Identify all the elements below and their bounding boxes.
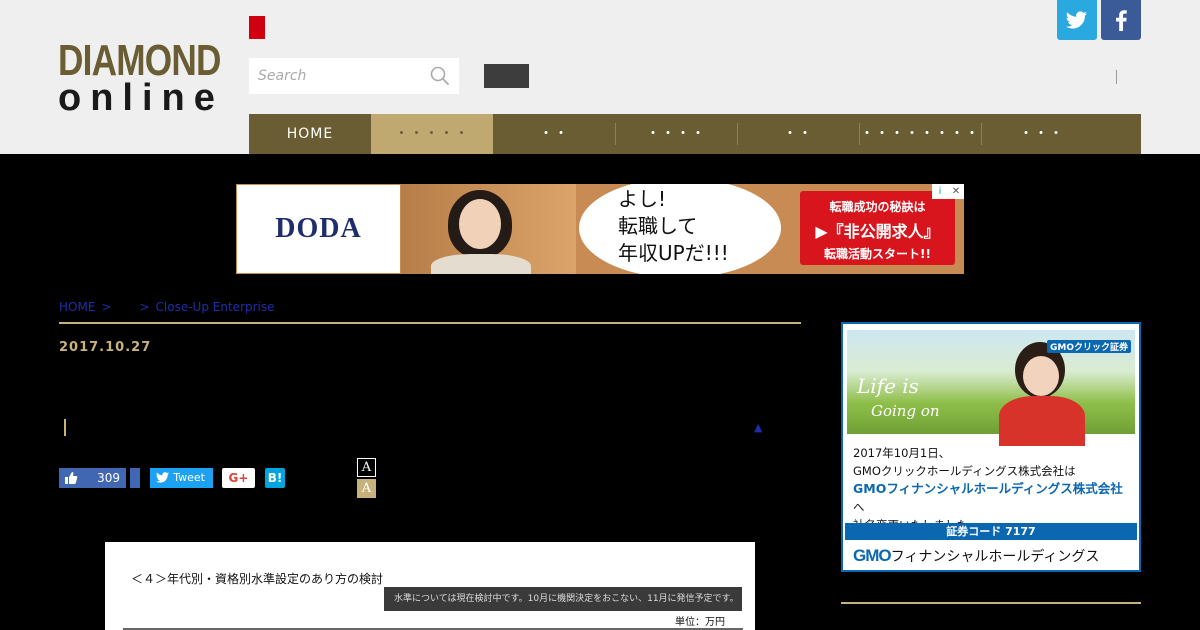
- nav-divider: [981, 123, 982, 145]
- close-icon[interactable]: ✕: [948, 184, 964, 199]
- ad-photo: Life is Going on GMOクリック証券: [847, 330, 1135, 446]
- title-bar: [64, 419, 66, 436]
- logo-bottom: online: [58, 77, 224, 119]
- search-input[interactable]: [249, 58, 428, 94]
- site-logo[interactable]: DIAMOND online: [58, 36, 224, 119]
- nav-label: ・・・・・: [394, 126, 470, 142]
- ad-stock-code: 証券コード 7177: [845, 523, 1137, 540]
- tweet-label: Tweet: [173, 471, 205, 484]
- ad-text-highlight: GMOフィナンシャルホールディングス株式会社: [853, 481, 1123, 496]
- nav-divider: [615, 123, 616, 145]
- article-document-image: ＜４＞年代別・資格別水準設定のあり方の検討 水準については現在検討中です。10月…: [105, 542, 755, 630]
- thumbs-up-icon: [65, 472, 78, 484]
- ad-tagline: Life is: [857, 374, 919, 398]
- nav-label: ・・・・・・・・: [860, 126, 980, 142]
- nav-item-2[interactable]: ・・・・・: [371, 114, 493, 154]
- like-count: 309: [97, 471, 120, 485]
- ad-person-photo: [401, 184, 576, 274]
- google-plus-button[interactable]: G+: [222, 468, 255, 488]
- cta-line: ▶『非公開求人』: [815, 222, 940, 241]
- breadcrumb-separator: >: [139, 300, 150, 314]
- facebook-like-button[interactable]: 309: [59, 468, 126, 488]
- gmo-name: フィナンシャルホールディングス: [890, 549, 1100, 565]
- ad-copy-line: 年収UPだ!!!: [618, 241, 729, 265]
- search-icon[interactable]: [430, 66, 450, 86]
- ad-text: 2017年10月1日、 GMOクリックホールディングス株式会社は GMOフィナン…: [853, 444, 1133, 534]
- ad-copy-line: よし!: [618, 187, 667, 211]
- nav-item-home[interactable]: HOME: [249, 114, 371, 154]
- adchoices-badge[interactable]: i ✕: [932, 184, 964, 199]
- font-size-small-button[interactable]: A: [357, 458, 376, 477]
- nav-divider: [737, 123, 738, 145]
- ad-gmo-brand: GMOフィナンシャルホールディングス: [853, 546, 1099, 566]
- tweet-button[interactable]: Tweet: [150, 468, 213, 488]
- logo-top: DIAMOND: [58, 36, 221, 85]
- document-note: 水準については現在検討中です。10月に機関決定をおこない、11月に発信予定です。: [384, 587, 742, 611]
- content-divider: [59, 322, 801, 324]
- nav-item-7[interactable]: ・・・: [981, 114, 1102, 154]
- sidebar-divider: [841, 602, 1141, 604]
- breadcrumb-separator: >: [101, 300, 112, 314]
- font-size-large-button[interactable]: A: [357, 479, 376, 498]
- ad-text-line: GMOフィナンシャルホールディングス株式会社へ: [853, 480, 1133, 516]
- ad-tagline: Going on: [871, 402, 940, 420]
- article-date: 2017.10.27: [59, 340, 152, 355]
- hatena-bookmark-button[interactable]: B!: [265, 468, 285, 488]
- nav-label: HOME: [286, 126, 334, 142]
- ad-person-face: [459, 199, 501, 249]
- ad-text-line: GMOクリックホールディングス株式会社は: [853, 464, 1076, 478]
- nav-item-5[interactable]: ・・: [737, 114, 859, 154]
- ad-text-line: 2017年10月1日、: [853, 446, 951, 460]
- header-separator: [1116, 70, 1117, 84]
- document-title: ＜４＞年代別・資格別水準設定のあり方の検討: [131, 572, 384, 586]
- ad-cta-button[interactable]: 転職成功の秘訣は ▶『非公開求人』 転職活動スタート!!: [800, 191, 955, 265]
- breadcrumb: HOME > > Close-Up Enterprise: [59, 300, 275, 314]
- breadcrumb-home[interactable]: HOME: [59, 300, 95, 314]
- breadcrumb-current[interactable]: Close-Up Enterprise: [156, 300, 275, 314]
- facebook-button[interactable]: [1101, 0, 1141, 40]
- nav-label: ・・: [539, 126, 569, 142]
- search-box: [249, 58, 459, 94]
- nav-item-3[interactable]: ・・: [493, 114, 615, 154]
- ad-person-coat: [999, 396, 1085, 446]
- red-marker: [249, 16, 265, 39]
- cta-line: 転職活動スタート!!: [824, 247, 931, 261]
- ad-person-face: [1023, 356, 1059, 396]
- up-arrow-icon[interactable]: ▲: [754, 421, 762, 434]
- nav-label: ・・・・: [646, 126, 706, 142]
- global-nav: HOME ・・・・・ ・・ ・・・・ ・・ ・・・・・・・・ ・・・: [249, 114, 1141, 154]
- ad-badge: GMOクリック証券: [1047, 340, 1131, 353]
- document-unit: 単位：万円: [675, 617, 725, 628]
- ad-person: [997, 342, 1087, 446]
- nav-label: ・・・: [1019, 126, 1064, 142]
- doda-logo: DODA: [237, 185, 400, 273]
- like-share-button[interactable]: [130, 468, 140, 488]
- nav-item-4[interactable]: ・・・・: [615, 114, 737, 154]
- nav-divider: [859, 123, 860, 145]
- ad-person-body: [431, 254, 531, 274]
- ad-copy-line: 転職して: [618, 214, 698, 238]
- adchoices-icon[interactable]: i: [932, 184, 948, 199]
- ad-banner-doda[interactable]: DODA よし! 転職して 年収UPだ!!! 転職成功の秘訣は ▶『非公開求人』…: [236, 184, 964, 274]
- nav-item-6[interactable]: ・・・・・・・・: [859, 114, 981, 154]
- header-dark-button[interactable]: [484, 64, 529, 88]
- nav-label: ・・: [783, 126, 813, 142]
- twitter-icon: [156, 472, 169, 483]
- gmo-logo: GMO: [853, 546, 892, 565]
- sidebar-ad-gmo[interactable]: Life is Going on GMOクリック証券 2017年10月1日、 G…: [841, 322, 1141, 572]
- twitter-button[interactable]: [1057, 0, 1097, 40]
- ad-text-suffix: へ: [853, 500, 865, 514]
- site-header: DIAMOND online HOME ・・・・・ ・・ ・・・・ ・・ ・・・…: [0, 0, 1200, 154]
- ad-copy: よし! 転職して 年収UPだ!!!: [618, 186, 758, 272]
